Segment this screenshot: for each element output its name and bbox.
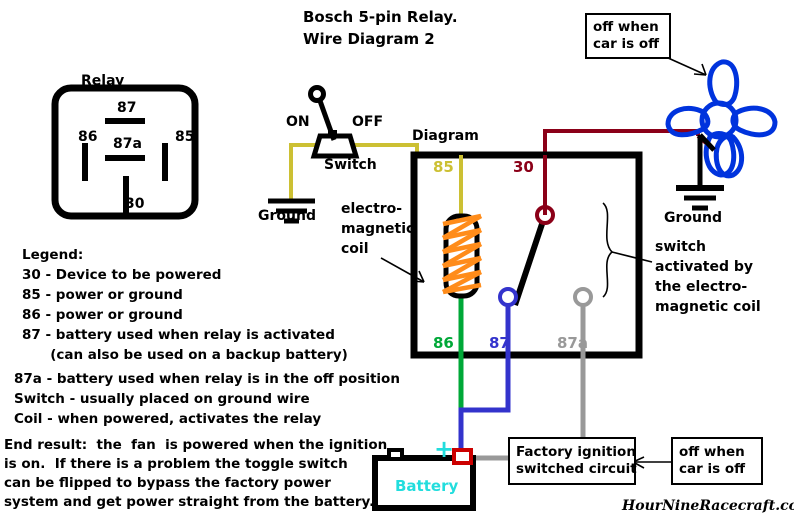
terminal-label-87a: 87a [557, 334, 588, 352]
legend-item-30: 30 - Device to be powered [22, 267, 222, 283]
switch-off-label: OFF [352, 114, 384, 130]
toggle-switch-graphic [289, 85, 419, 200]
relay-pinout-heading: Relay [81, 73, 125, 89]
electromagnetic-coil-graphic [441, 213, 483, 299]
switch-name-label: Switch [324, 157, 377, 173]
end-result-line2: is on. If there is a problem the toggle … [4, 456, 348, 472]
callout-ignition-off: off when car is off [671, 437, 763, 485]
battery-plus-symbol: + [434, 435, 455, 463]
wire-87-to-battery [458, 355, 511, 455]
battery-label: Battery [395, 477, 459, 495]
pin-label-87: 87 [117, 100, 137, 116]
end-result-line3: can be flipped to bypass the factory pow… [4, 475, 331, 491]
end-result-line4: system and get power straight from the b… [4, 494, 375, 510]
switch-on-label: ON [286, 114, 310, 130]
legend-item-85: 85 - power or ground [22, 287, 183, 303]
pin-label-30: 30 [125, 196, 145, 212]
pin-label-85: 85 [175, 129, 195, 145]
left-ground-label: Ground [258, 208, 316, 224]
legend-item-86: 86 - power or ground [22, 307, 183, 323]
page-title-line2: Wire Diagram 2 [303, 30, 435, 48]
callout-fan-off-line1: off when [593, 19, 659, 35]
callout-ignition-off-line1: off when [679, 444, 745, 460]
diagram-box-label: Diagram [412, 128, 479, 144]
callout-fan-off-line2: car is off [593, 36, 660, 52]
legend-heading: Legend: [22, 247, 84, 263]
legend-item-87: 87 - battery used when relay is activate… [22, 327, 335, 343]
fan-ground-label: Ground [664, 210, 722, 226]
diagram-canvas: Bosch 5-pin Relay. Wire Diagram 2 Relay … [0, 0, 794, 524]
watermark: HourNineRacecraft.com [622, 498, 794, 514]
page-title-line1: Bosch 5-pin Relay. [303, 8, 458, 26]
fan-graphic [665, 59, 778, 179]
legend-item-switch: Switch - usually placed on ground wire [14, 391, 310, 407]
callout-ignition-line1: Factory ignition [516, 444, 636, 460]
coil-label-line1: electro- [341, 201, 403, 217]
pin-label-86: 86 [78, 129, 98, 145]
coil-label-line3: coil [341, 241, 369, 257]
switch-note-line2: activated by [655, 259, 754, 275]
end-result-line1: End result: the fan is powered when the … [4, 437, 388, 453]
callout-ignition-line2: switched circuit [516, 461, 637, 477]
callout-fan-off: off when car is off [585, 13, 671, 59]
coil-label-line2: magnetic [341, 221, 415, 237]
pin-label-87a: 87a [113, 136, 142, 152]
switch-note-line4: magnetic coil [655, 299, 761, 315]
legend-item-87a: 87a - battery used when relay is in the … [14, 371, 400, 387]
callout-factory-ignition: Factory ignition switched circuit [508, 437, 637, 485]
terminal-label-87: 87 [489, 334, 510, 352]
terminal-label-30: 30 [513, 158, 534, 176]
terminal-label-85: 85 [433, 158, 454, 176]
legend-item-coil: Coil - when powered, activates the relay [14, 411, 322, 427]
switch-note-line3: the electro- [655, 279, 748, 295]
callout-ignition-off-line2: car is off [679, 461, 746, 477]
terminal-label-86: 86 [433, 334, 454, 352]
switch-note-line1: switch [655, 239, 707, 255]
legend-item-87-note: (can also be used on a backup battery) [22, 347, 348, 363]
